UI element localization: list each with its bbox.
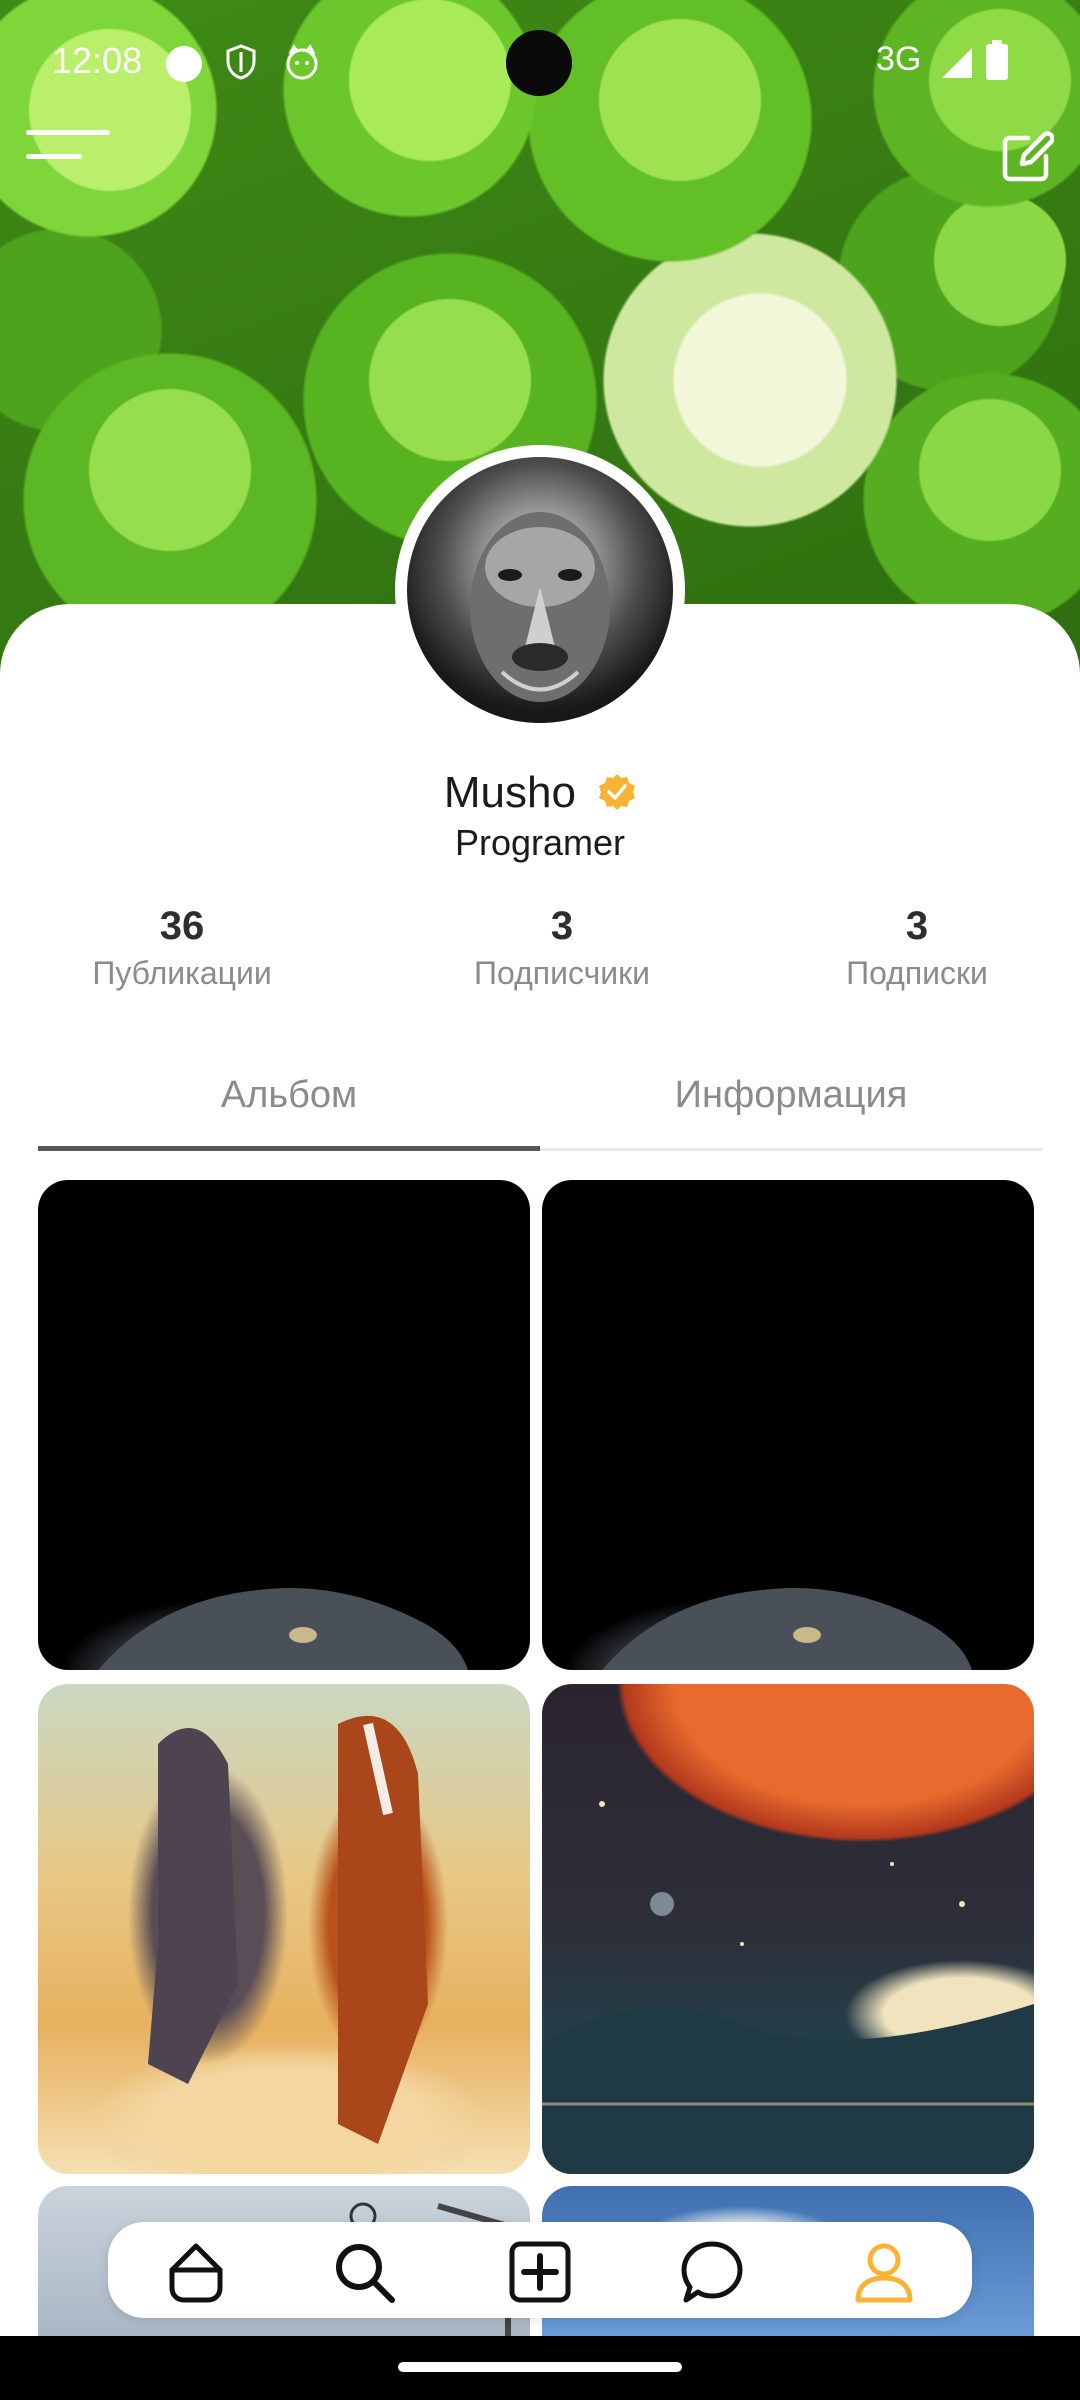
tab-album[interactable]: Альбом xyxy=(38,1040,540,1150)
battery-icon xyxy=(986,40,1008,80)
avatar[interactable] xyxy=(407,457,673,723)
horses-painting-image xyxy=(148,1715,428,2144)
profile-icon[interactable] xyxy=(852,2240,916,2304)
profile-tabs: Альбом Информация xyxy=(38,1040,1042,1152)
status-bar: 12:08 3G xyxy=(0,0,1080,130)
space-art-image xyxy=(542,1801,1034,2174)
stat-followers-value: 3 xyxy=(550,904,574,948)
home-gesture-handle[interactable] xyxy=(398,2362,682,2372)
stat-posts-value: 36 xyxy=(159,904,205,948)
add-post-icon[interactable] xyxy=(508,2240,572,2304)
stat-followers-label: Подписчики xyxy=(473,955,651,991)
lion-portrait-image xyxy=(470,512,610,702)
tab-info[interactable]: Информация xyxy=(540,1040,1042,1150)
profile-name-row: Musho xyxy=(0,768,1080,818)
profile-stats: 36 Публикации 3 Подписчики 3 Подписки xyxy=(0,904,1080,1014)
camera-cutout xyxy=(506,30,572,96)
search-icon[interactable] xyxy=(332,2240,396,2304)
stat-following[interactable]: 3 Подписки xyxy=(800,904,1034,992)
cat-photo-image xyxy=(602,1588,972,1670)
stat-posts[interactable]: 36 Публикации xyxy=(60,904,304,992)
status-time: 12:08 xyxy=(52,40,143,81)
signal-icon xyxy=(942,48,972,78)
profile-name: Musho xyxy=(443,768,576,817)
shield-icon xyxy=(226,44,256,80)
album-item[interactable] xyxy=(542,1684,1034,2174)
notification-dot-icon xyxy=(166,46,202,82)
stat-posts-label: Публикации xyxy=(92,955,272,991)
stat-followers[interactable]: 3 Подписчики xyxy=(440,904,684,992)
verified-badge-icon xyxy=(599,774,636,811)
menu-icon[interactable] xyxy=(26,128,110,164)
profile-role: Programer xyxy=(454,822,626,863)
album-item[interactable] xyxy=(38,1180,530,1670)
album-item[interactable] xyxy=(542,1180,1034,1670)
bottom-nav xyxy=(108,2222,972,2318)
stat-following-label: Подписки xyxy=(846,955,988,991)
edit-profile-icon[interactable] xyxy=(1000,130,1054,184)
chat-icon[interactable] xyxy=(680,2240,744,2304)
cat-app-icon xyxy=(286,44,318,80)
tab-active-indicator xyxy=(38,1146,540,1151)
system-navigation-bar xyxy=(0,2336,1080,2400)
stat-following-value: 3 xyxy=(905,904,929,948)
cat-photo-image xyxy=(98,1588,468,1670)
album-item[interactable] xyxy=(38,1684,530,2174)
home-icon[interactable] xyxy=(164,2240,228,2304)
network-type: 3G xyxy=(876,40,922,78)
